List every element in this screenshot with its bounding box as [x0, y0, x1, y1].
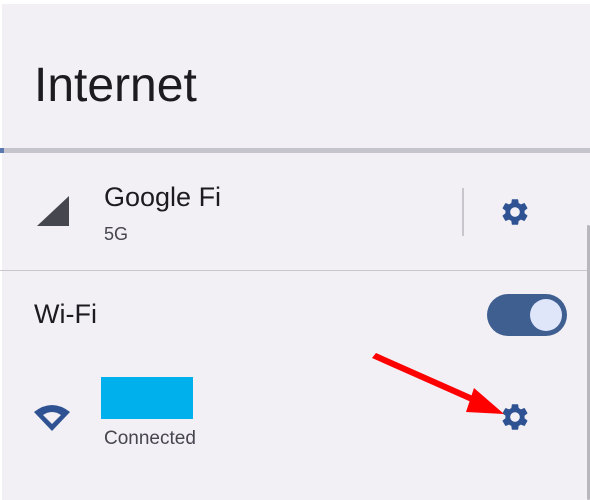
signal-cellular-icon: [37, 196, 69, 226]
vertical-divider: [462, 188, 464, 236]
section-divider: [0, 270, 587, 271]
network-name-redacted: [101, 377, 193, 419]
carrier-name: Google Fi: [104, 182, 222, 212]
wifi-label: Wi-Fi: [34, 299, 97, 329]
network-settings-gear-icon[interactable]: [499, 401, 531, 433]
carrier-settings-gear-icon[interactable]: [499, 196, 531, 228]
internet-settings-screen: Internet Google Fi 5G Wi-Fi Connected: [0, 0, 590, 500]
page-title: Internet: [34, 59, 197, 112]
wifi-toggle-thumb: [530, 299, 562, 331]
top-strip: [0, 0, 590, 4]
network-status: Connected: [104, 428, 196, 449]
wifi-icon: [34, 405, 70, 431]
wifi-toggle[interactable]: [487, 294, 567, 336]
carrier-network-type: 5G: [104, 224, 129, 244]
